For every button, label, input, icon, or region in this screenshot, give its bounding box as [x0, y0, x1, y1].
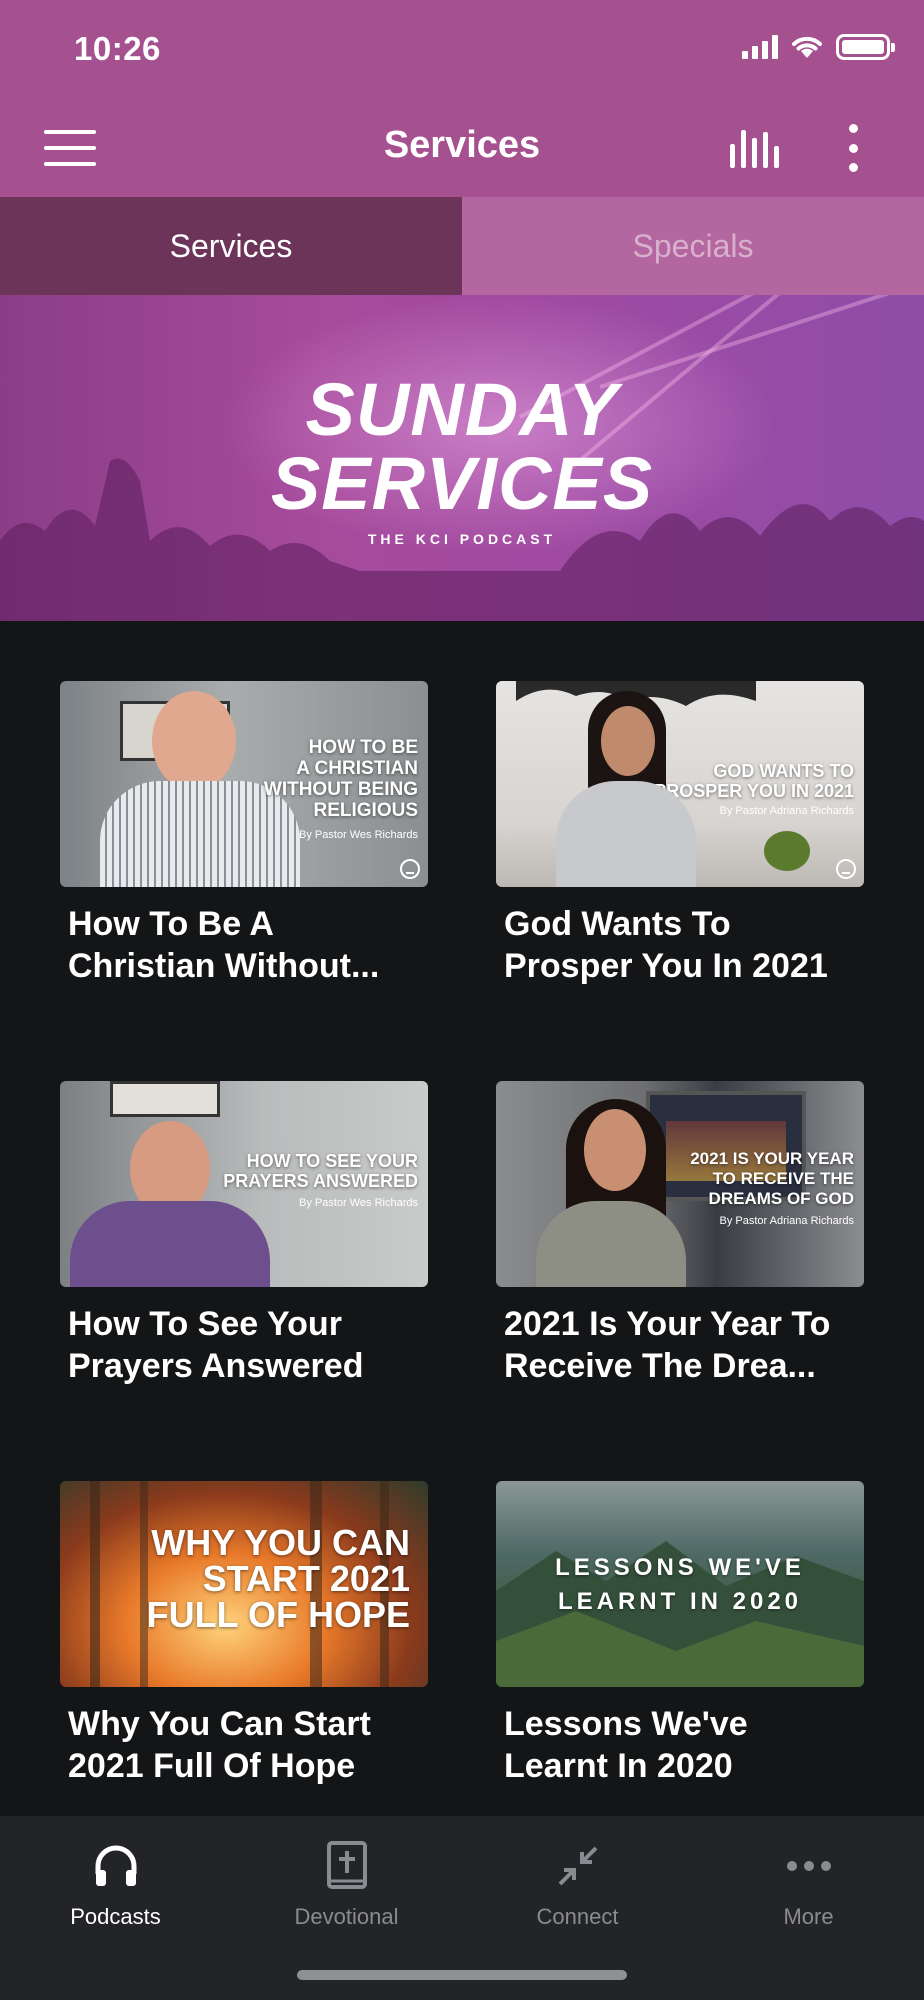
banner-title-line2: SERVICES: [270, 442, 654, 525]
podcast-banner: SUNDAY SERVICES THE KCI PODCAST: [0, 295, 924, 621]
episode-thumbnail: HOW TO SEE YOUR PRAYERS ANSWERED By Past…: [60, 1081, 428, 1287]
episode-card[interactable]: LESSONS WE'VE LEARNT IN 2020 Lessons We'…: [496, 1481, 864, 1787]
thumbnail-author: By Pastor Wes Richards: [298, 1197, 418, 1209]
battery-icon: [836, 34, 895, 60]
wifi-icon: [792, 36, 822, 58]
thumbnail-author: By Pastor Adriana Richards: [719, 1215, 854, 1227]
nav-devotional[interactable]: Devotional: [231, 1836, 462, 1930]
episode-title: 2021 Is Your Year To Receive The Drea...: [504, 1305, 831, 1385]
thumbnail-caption: WHY YOU CAN START 2021 FULL OF HOPE: [146, 1522, 410, 1635]
nav-connect[interactable]: Connect: [462, 1836, 693, 1930]
episode-title: How To See Your Prayers Answered: [68, 1305, 364, 1385]
app-header: 10:26 Services: [0, 0, 924, 197]
thumbnail-caption: HOW TO SEE YOUR PRAYERS ANSWERED: [223, 1151, 418, 1191]
now-playing-icon[interactable]: [730, 128, 782, 168]
more-horizontal-icon: [693, 1836, 924, 1896]
banner-title-line1: SUNDAY: [305, 368, 619, 451]
episode-title: Lessons We've Learnt In 2020: [504, 1705, 748, 1785]
episode-thumbnail: LESSONS WE'VE LEARNT IN 2020: [496, 1481, 864, 1687]
episode-card[interactable]: WHY YOU CAN START 2021 FULL OF HOPE Why …: [60, 1481, 428, 1787]
bible-icon: [231, 1836, 462, 1896]
thumbnail-author: By Pastor Wes Richards: [298, 829, 418, 841]
episode-card[interactable]: HOW TO SEE YOUR PRAYERS ANSWERED By Past…: [60, 1081, 428, 1387]
episode-thumbnail: HOW TO BE A CHRISTIAN WITHOUT BEING RELI…: [60, 681, 428, 887]
status-icons: [742, 34, 895, 60]
status-time: 10:26: [74, 30, 161, 67]
crown-icon: [400, 859, 420, 879]
nav-podcasts[interactable]: Podcasts: [0, 1836, 231, 1930]
connect-arrows-icon: [462, 1836, 693, 1896]
episode-title: God Wants To Prosper You In 2021: [504, 905, 828, 985]
page-title: Services: [383, 124, 541, 166]
nav-label: Devotional: [294, 1904, 399, 1929]
episode-thumbnail: 2021 IS YOUR YEAR TO RECEIVE THE DREAMS …: [496, 1081, 864, 1287]
menu-icon[interactable]: [44, 130, 96, 166]
episode-title: Why You Can Start 2021 Full Of Hope: [68, 1705, 371, 1785]
thumbnail-caption: GOD WANTS TO PROSPER YOU IN 2021: [654, 761, 854, 801]
home-indicator[interactable]: [297, 1970, 627, 1980]
nav-label: More: [783, 1904, 834, 1929]
headphones-icon: [0, 1836, 231, 1896]
thumbnail-caption: LESSONS WE'VE LEARNT IN 2020: [555, 1554, 805, 1615]
nav-more[interactable]: More: [693, 1836, 924, 1930]
nav-label: Podcasts: [70, 1904, 161, 1929]
episode-title: How To Be A Christian Without...: [68, 905, 380, 985]
more-options-icon[interactable]: [846, 124, 860, 172]
crown-icon: [836, 859, 856, 879]
episode-card[interactable]: 2021 IS YOUR YEAR TO RECEIVE THE DREAMS …: [496, 1081, 864, 1387]
episode-thumbnail: GOD WANTS TO PROSPER YOU IN 2021 By Past…: [496, 681, 864, 887]
episode-card[interactable]: HOW TO BE A CHRISTIAN WITHOUT BEING RELI…: [60, 681, 428, 987]
nav-label: Connect: [536, 1904, 619, 1929]
tab-services[interactable]: Services: [0, 197, 462, 295]
thumbnail-caption: 2021 IS YOUR YEAR TO RECEIVE THE DREAMS …: [690, 1149, 854, 1208]
tab-bar: Services Specials: [0, 197, 924, 295]
cellular-signal-icon: [742, 35, 778, 59]
tab-specials[interactable]: Specials: [462, 197, 924, 295]
banner-subtitle: THE KCI PODCAST: [367, 531, 557, 547]
thumbnail-caption: HOW TO BE A CHRISTIAN WITHOUT BEING RELI…: [263, 737, 418, 821]
banner-title: SUNDAY SERVICES: [0, 373, 924, 521]
episode-card[interactable]: GOD WANTS TO PROSPER YOU IN 2021 By Past…: [496, 681, 864, 987]
episode-thumbnail: WHY YOU CAN START 2021 FULL OF HOPE: [60, 1481, 428, 1687]
episode-grid: HOW TO BE A CHRISTIAN WITHOUT BEING RELI…: [0, 621, 924, 1816]
thumbnail-author: By Pastor Adriana Richards: [719, 805, 854, 817]
